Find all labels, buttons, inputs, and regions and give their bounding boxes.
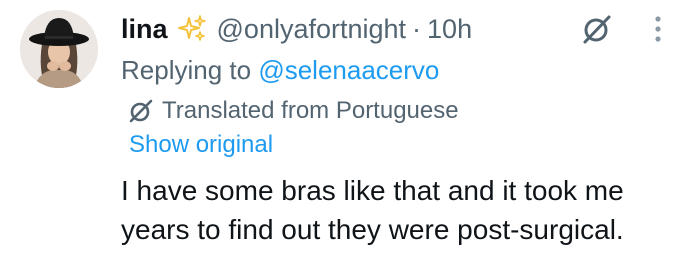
separator-dot: · [412, 13, 422, 44]
more-options-icon[interactable] [650, 14, 666, 44]
avatar[interactable] [20, 10, 98, 88]
translation-notice: Translated from Portuguese [128, 97, 459, 125]
display-name[interactable]: lina [121, 14, 168, 45]
show-original-link[interactable]: Show original [129, 131, 273, 159]
replying-to: Replying to @selenaacervo [121, 55, 439, 86]
tweet: lina @onlyafortnight · 10h Replying to @… [0, 0, 700, 254]
sparkles-icon [177, 14, 207, 44]
tweet-text-line: years to find out they were post-surgica… [121, 214, 624, 245]
replying-to-label: Replying to [121, 55, 259, 85]
tweet-text: I have some bras like that and it took m… [121, 171, 691, 249]
timestamp[interactable]: 10h [427, 14, 472, 45]
grok-icon[interactable] [581, 13, 613, 45]
translate-icon [128, 98, 154, 124]
user-handle[interactable]: @onlyafortnight [217, 14, 407, 45]
tweet-text-line: I have some bras like that and it took m… [121, 175, 624, 206]
reply-mention-link[interactable]: @selenaacervo [258, 55, 439, 85]
tweet-header: lina @onlyafortnight · 10h [121, 10, 472, 48]
avatar-image [20, 10, 98, 88]
translation-label: Translated from Portuguese [162, 97, 459, 124]
